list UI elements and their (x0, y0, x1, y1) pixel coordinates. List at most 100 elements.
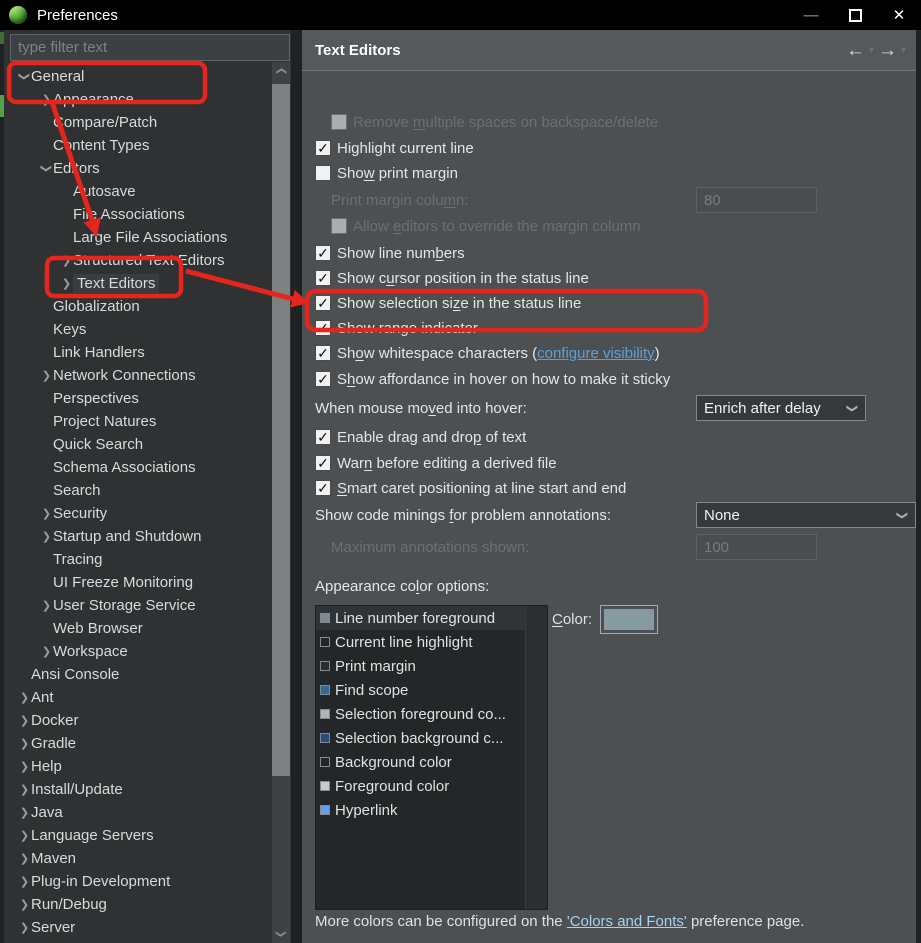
color-option-hyperlink[interactable]: Hyperlink (316, 798, 526, 822)
colors-and-fonts-link[interactable]: 'Colors and Fonts' (567, 913, 687, 930)
sidebar-item-general[interactable]: ❯ General (4, 65, 272, 88)
sidebar-item-server[interactable]: ❯ Server (4, 916, 272, 939)
chevron-down-icon[interactable]: ❯ (891, 503, 915, 527)
maximize-button[interactable] (833, 0, 877, 30)
color-option-selection-background-c[interactable]: Selection background c... (316, 726, 526, 750)
chevron-right-icon[interactable]: ❯ (40, 507, 53, 520)
sidebar-item-large-file-associations[interactable]: Large File Associations (4, 226, 272, 249)
sidebar-item-gradle[interactable]: ❯ Gradle (4, 732, 272, 755)
sidebar-item-security[interactable]: ❯ Security (4, 502, 272, 525)
sidebar-item-maven[interactable]: ❯ Maven (4, 847, 272, 870)
sidebar-item-workspace[interactable]: ❯ Workspace (4, 640, 272, 663)
sidebar-item-help[interactable]: ❯ Help (4, 755, 272, 778)
chevron-right-icon[interactable]: ❯ (18, 691, 31, 704)
sidebar-item-install-update[interactable]: ❯ Install/Update (4, 778, 272, 801)
checkbox-sho-w-print-margin[interactable] (315, 165, 331, 181)
sidebar-item-language-servers[interactable]: ❯ Language Servers (4, 824, 272, 847)
color-option-current-line-highlight[interactable]: Current line highlight (316, 630, 526, 654)
sidebar-item-link-handlers[interactable]: Link Handlers (4, 341, 272, 364)
sidebar-item-ui-freeze-monitoring[interactable]: UI Freeze Monitoring (4, 571, 272, 594)
sidebar-item-startup-and-shutdown[interactable]: ❯ Startup and Shutdown (4, 525, 272, 548)
chevron-right-icon[interactable]: ❯ (18, 875, 31, 888)
sidebar-item-java[interactable]: ❯ Java (4, 801, 272, 824)
back-history-caret-icon[interactable]: ▾ (869, 45, 874, 56)
tree-scrollbar[interactable]: ❯ ❯ (272, 62, 290, 943)
chevron-right-icon[interactable]: ❯ (40, 369, 53, 382)
checkbox-show-range-indicator[interactable]: ✓ (315, 320, 331, 336)
checkbox-s-h-ow-affordance-in-hover-on-how-to-mak[interactable]: ✓ (315, 371, 331, 387)
sidebar-item-schema-associations[interactable]: Schema Associations (4, 456, 272, 479)
sidebar-item-file-associations[interactable]: File Associations (4, 203, 272, 226)
chevron-right-icon[interactable]: ❯ (40, 599, 53, 612)
chevron-down-icon[interactable]: ❯ (18, 70, 31, 83)
dropdown-when-mouse-mo-v-ed-into-hover[interactable]: Enrich after delay ❯ (696, 395, 866, 421)
chevron-right-icon[interactable]: ❯ (40, 530, 53, 543)
checkbox-war-n-before-editing-a-derived-file[interactable]: ✓ (315, 455, 331, 471)
color-option-find-scope[interactable]: Find scope (316, 678, 526, 702)
sidebar-item-compare-patch[interactable]: Compare/Patch (4, 111, 272, 134)
sidebar-item-plug-in-development[interactable]: ❯ Plug-in Development (4, 870, 272, 893)
chevron-right-icon[interactable]: ❯ (18, 737, 31, 750)
configure-visibility-link[interactable]: configure visibility (537, 345, 655, 362)
sidebar-item-structured-text-editors[interactable]: ❯ Structured Text Editors (4, 249, 272, 272)
sidebar-item-autosave[interactable]: Autosave (4, 180, 272, 203)
scroll-down-icon[interactable]: ❯ (272, 925, 290, 943)
sidebar-item-tracing[interactable]: Tracing (4, 548, 272, 571)
sidebar-item-user-storage-service[interactable]: ❯ User Storage Service (4, 594, 272, 617)
filter-input[interactable] (10, 34, 290, 61)
sidebar-item-globalization[interactable]: Globalization (4, 295, 272, 318)
minimize-button[interactable]: — (789, 0, 833, 30)
sidebar-item-search[interactable]: Search (4, 479, 272, 502)
color-swatch-icon (320, 805, 330, 815)
chevron-down-icon[interactable]: ❯ (40, 162, 53, 175)
checkbox-highlight-current-line[interactable]: ✓ (315, 140, 331, 156)
color-option-print-margin[interactable]: Print margin (316, 654, 526, 678)
chevron-right-icon[interactable]: ❯ (18, 760, 31, 773)
sidebar-item-ant[interactable]: ❯ Ant (4, 686, 272, 709)
chevron-right-icon[interactable]: ❯ (18, 783, 31, 796)
checkbox-enable-drag-and-dro-p-of-text[interactable]: ✓ (315, 429, 331, 445)
sidebar-item-editors[interactable]: ❯ Editors (4, 157, 272, 180)
color-swatch-button[interactable] (600, 605, 659, 634)
checkbox-show-line-num-b-ers[interactable]: ✓ (315, 245, 331, 261)
chevron-right-icon[interactable]: ❯ (18, 829, 31, 842)
sidebar-item-perspectives[interactable]: Perspectives (4, 387, 272, 410)
checkbox-sh-o-w-whitespace-characters-configure-v[interactable]: ✓ (315, 345, 331, 361)
color-option-line-number-foreground[interactable]: Line number foreground (316, 606, 526, 630)
sidebar-item-keys[interactable]: Keys (4, 318, 272, 341)
chevron-right-icon[interactable]: ❯ (18, 806, 31, 819)
sidebar-item-appearance[interactable]: ❯ Appearance (4, 88, 272, 111)
chevron-right-icon[interactable]: ❯ (60, 277, 73, 290)
back-arrow-icon[interactable]: ← (846, 41, 865, 60)
sidebar-item-run-debug[interactable]: ❯ Run/Debug (4, 893, 272, 916)
scrollbar-thumb[interactable] (272, 84, 290, 776)
color-option-background-color[interactable]: Background color (316, 750, 526, 774)
chevron-right-icon[interactable]: ❯ (18, 852, 31, 865)
scroll-up-icon[interactable]: ❯ (272, 62, 290, 80)
sidebar-item-content-types[interactable]: Content Types (4, 134, 272, 157)
chevron-right-icon[interactable]: ❯ (60, 254, 73, 267)
forward-history-caret-icon[interactable]: ▾ (901, 45, 906, 56)
checkbox-s-mart-caret-positioning-at-line-start-a[interactable]: ✓ (315, 480, 331, 496)
close-button[interactable]: ✕ (877, 0, 921, 30)
sidebar-item-text-editors[interactable]: ❯ Text Editors (4, 272, 272, 295)
sidebar-item-network-connections[interactable]: ❯ Network Connections (4, 364, 272, 387)
chevron-right-icon[interactable]: ❯ (40, 645, 53, 658)
color-option-selection-foreground-co[interactable]: Selection foreground co... (316, 702, 526, 726)
checkbox-show-selection-si-z-e-in-the-status-line[interactable]: ✓ (315, 295, 331, 311)
sidebar-item-web-browser[interactable]: Web Browser (4, 617, 272, 640)
checkbox-show-c-u-rsor-position-in-the-status-lin[interactable]: ✓ (315, 270, 331, 286)
sidebar-item-quick-search[interactable]: Quick Search (4, 433, 272, 456)
chevron-right-icon[interactable]: ❯ (18, 921, 31, 934)
dropdown-show-code-minings-f-or-problem-annotatio[interactable]: None ❯ (696, 502, 916, 528)
color-option-foreground-color[interactable]: Foreground color (316, 774, 526, 798)
sidebar-item-ansi-console[interactable]: Ansi Console (4, 663, 272, 686)
color-list-scrollbar[interactable] (525, 606, 547, 909)
chevron-right-icon[interactable]: ❯ (18, 714, 31, 727)
chevron-right-icon[interactable]: ❯ (40, 93, 53, 106)
chevron-down-icon[interactable]: ❯ (841, 396, 865, 420)
chevron-right-icon[interactable]: ❯ (18, 898, 31, 911)
sidebar-item-project-natures[interactable]: Project Natures (4, 410, 272, 433)
forward-arrow-icon[interactable]: → (878, 41, 897, 60)
sidebar-item-docker[interactable]: ❯ Docker (4, 709, 272, 732)
